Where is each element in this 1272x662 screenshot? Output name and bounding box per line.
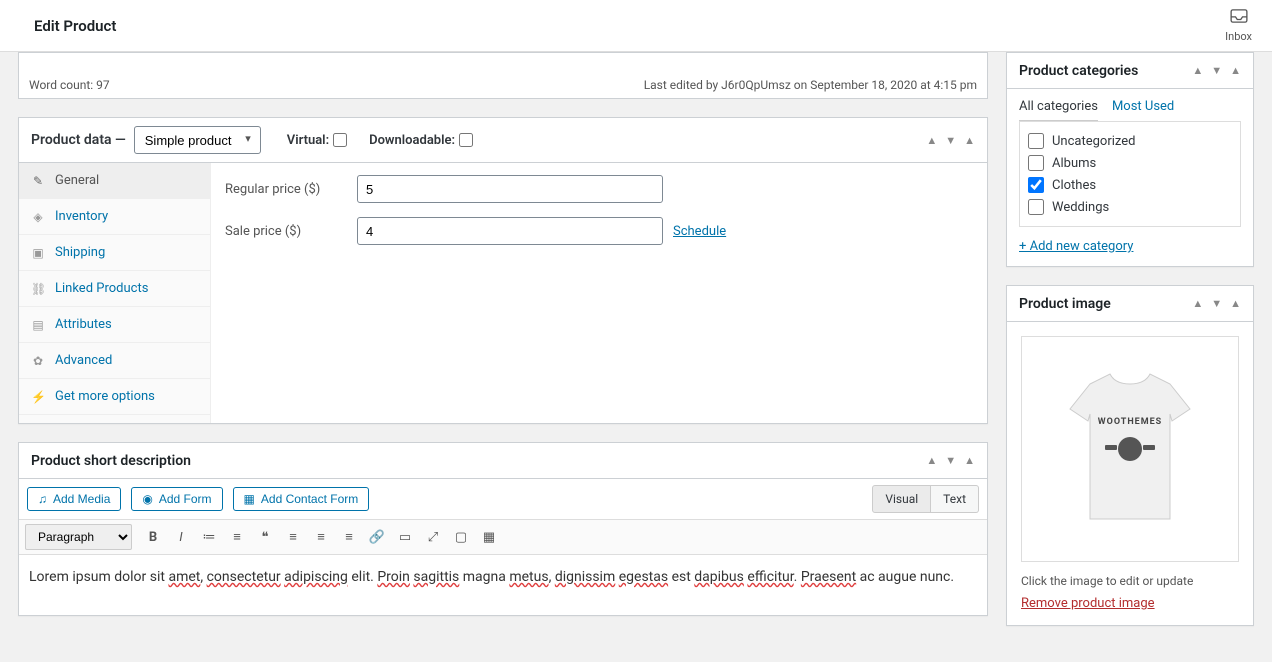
move-down-icon[interactable]: ▼: [1211, 64, 1222, 77]
move-up-icon[interactable]: ▲: [926, 134, 937, 147]
toolbar-toggle-button[interactable]: ▦: [476, 524, 502, 550]
product-image-title: Product image: [1019, 296, 1192, 312]
tag-icon: ◈: [31, 210, 45, 224]
tab-inventory[interactable]: ◈Inventory: [19, 199, 210, 235]
sale-price-label: Sale price ($): [225, 224, 357, 239]
readmore-button[interactable]: ▭: [392, 524, 418, 550]
tab-advanced[interactable]: ✿Advanced: [19, 343, 210, 379]
quote-button[interactable]: ❝: [252, 524, 278, 550]
move-down-icon[interactable]: ▼: [945, 454, 956, 467]
last-edited: Last edited by J6r0QpUmsz on September 1…: [644, 78, 977, 92]
category-list: Uncategorized Albums Clothes Weddings: [1019, 121, 1241, 227]
inbox-icon: [1225, 8, 1252, 27]
category-item[interactable]: Clothes: [1028, 174, 1232, 196]
product-data-panel: Product data — Simple product Virtual: D…: [18, 117, 988, 424]
tab-attributes[interactable]: ▤Attributes: [19, 307, 210, 343]
tab-shipping[interactable]: ▣Shipping: [19, 235, 210, 271]
product-data-header: Product data — Simple product Virtual: D…: [19, 118, 987, 163]
collapse-icon[interactable]: ▲: [964, 134, 975, 147]
category-item[interactable]: Weddings: [1028, 196, 1232, 218]
word-count-bar: Word count: 97 Last edited by J6r0QpUmsz…: [18, 72, 988, 99]
bullet-list-button[interactable]: ≔: [196, 524, 222, 550]
wrench-icon: ✎: [31, 174, 45, 188]
product-categories-panel: Product categories ▲ ▼ ▲ All categories …: [1006, 52, 1254, 267]
product-image-panel: Product image ▲ ▼ ▲ WOOTHEMES: [1006, 285, 1254, 626]
most-used-tab[interactable]: Most Used: [1112, 99, 1174, 121]
number-list-button[interactable]: ≡: [224, 524, 250, 550]
italic-button[interactable]: I: [168, 524, 194, 550]
fullscreen-button[interactable]: ⤢: [420, 524, 446, 550]
distraction-free-button[interactable]: ▢: [448, 524, 474, 550]
category-item[interactable]: Albums: [1028, 152, 1232, 174]
sale-price-input[interactable]: [357, 217, 663, 245]
move-up-icon[interactable]: ▲: [1192, 297, 1203, 310]
categories-title: Product categories: [1019, 63, 1192, 79]
add-new-category-link[interactable]: + Add new category: [1007, 227, 1253, 266]
word-count: Word count: 97: [29, 78, 110, 92]
add-contact-form-button[interactable]: ▦Add Contact Form: [233, 487, 370, 511]
media-icon: ♫: [38, 492, 47, 506]
collapse-icon[interactable]: ▲: [1230, 64, 1241, 77]
page-title: Edit Product: [34, 17, 116, 35]
tshirt-icon: WOOTHEMES: [1060, 369, 1200, 529]
tab-linked-products[interactable]: ⛓Linked Products: [19, 271, 210, 307]
tab-general[interactable]: ✎General: [19, 163, 210, 199]
product-image-thumbnail[interactable]: WOOTHEMES: [1021, 336, 1239, 562]
image-help-text: Click the image to edit or update: [1021, 574, 1239, 588]
plugin-icon: ⚡: [31, 390, 45, 404]
remove-image-link[interactable]: Remove product image: [1021, 596, 1155, 611]
regular-price-label: Regular price ($): [225, 182, 357, 197]
move-up-icon[interactable]: ▲: [926, 454, 937, 467]
short-description-title: Product short description: [31, 453, 926, 469]
category-checkbox[interactable]: [1028, 133, 1044, 149]
schedule-link[interactable]: Schedule: [673, 224, 726, 239]
virtual-label: Virtual:: [287, 133, 329, 148]
svg-text:WOOTHEMES: WOOTHEMES: [1098, 417, 1162, 427]
product-type-select[interactable]: Simple product: [134, 126, 261, 154]
product-data-label: Product data —: [31, 132, 126, 148]
collapse-icon[interactable]: ▲: [1230, 297, 1241, 310]
list-icon: ▤: [31, 318, 45, 332]
text-tab[interactable]: Text: [931, 485, 979, 513]
form-icon: ◉: [142, 492, 152, 506]
category-checkbox[interactable]: [1028, 177, 1044, 193]
link-icon: ⛓: [31, 282, 45, 296]
align-left-button[interactable]: ≡: [280, 524, 306, 550]
bold-button[interactable]: B: [140, 524, 166, 550]
category-checkbox[interactable]: [1028, 155, 1044, 171]
rich-text-toolbar: Paragraph B I ≔ ≡ ❝ ≡ ≡ ≡ 🔗 ▭ ⤢ ▢ ▦: [19, 519, 987, 555]
contact-form-icon: ▦: [244, 492, 255, 506]
move-down-icon[interactable]: ▼: [1211, 297, 1222, 310]
align-center-button[interactable]: ≡: [308, 524, 334, 550]
editor-placeholder: [18, 52, 988, 72]
downloadable-checkbox[interactable]: [459, 133, 473, 147]
visual-tab[interactable]: Visual: [872, 485, 931, 513]
category-item[interactable]: Uncategorized: [1028, 130, 1232, 152]
gear-icon: ✿: [31, 354, 45, 368]
editor-content[interactable]: Lorem ipsum dolor sit amet, consectetur …: [19, 555, 987, 615]
downloadable-label: Downloadable:: [369, 133, 455, 148]
move-up-icon[interactable]: ▲: [1192, 64, 1203, 77]
link-button[interactable]: 🔗: [364, 524, 390, 550]
align-right-button[interactable]: ≡: [336, 524, 362, 550]
inbox-label: Inbox: [1225, 30, 1252, 43]
page-header: Edit Product Inbox: [0, 0, 1272, 52]
move-down-icon[interactable]: ▼: [945, 134, 956, 147]
inbox-button[interactable]: Inbox: [1225, 8, 1252, 42]
virtual-checkbox[interactable]: [333, 133, 347, 147]
add-media-button[interactable]: ♫Add Media: [27, 487, 121, 511]
paragraph-select[interactable]: Paragraph: [25, 524, 132, 550]
collapse-icon[interactable]: ▲: [964, 454, 975, 467]
tab-get-more[interactable]: ⚡Get more options: [19, 379, 210, 415]
truck-icon: ▣: [31, 246, 45, 260]
all-categories-tab[interactable]: All categories: [1019, 99, 1098, 121]
category-checkbox[interactable]: [1028, 199, 1044, 215]
add-form-button[interactable]: ◉Add Form: [131, 487, 222, 511]
regular-price-input[interactable]: [357, 175, 663, 203]
short-description-panel: Product short description ▲ ▼ ▲ ♫Add Med…: [18, 442, 988, 616]
